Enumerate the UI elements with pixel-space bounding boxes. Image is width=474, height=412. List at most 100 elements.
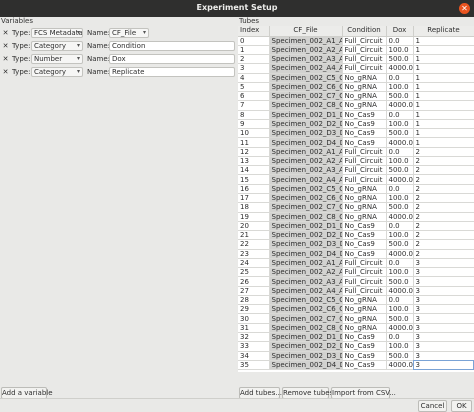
condition-cell[interactable]: Full_Circuit (342, 147, 387, 157)
variable-type-dropdown[interactable]: Category ▾ (31, 41, 83, 51)
cf-file-cell[interactable]: Specimen_002_D1_D01 (269, 110, 343, 120)
condition-cell[interactable]: Full_Circuit (342, 156, 387, 167)
cf-file-cell[interactable]: Specimen_002_D4_D04 (269, 137, 343, 148)
index-cell[interactable]: 30 (238, 313, 270, 324)
cf-file-cell[interactable]: Specimen_002_A2_A02 (269, 156, 343, 167)
table-row[interactable]: 26Specimen_002_A3_A03Full_Circuit500.03 (238, 276, 474, 287)
index-cell[interactable]: 21 (238, 230, 270, 241)
condition-cell[interactable]: Full_Circuit (342, 63, 387, 74)
index-cell[interactable]: 9 (238, 119, 270, 130)
table-row[interactable]: 20Specimen_002_D1_D01No_Cas90.02 (238, 221, 474, 232)
condition-cell[interactable]: No_gRNA (342, 73, 387, 83)
dox-cell[interactable]: 4000.0 (386, 174, 414, 185)
condition-cell[interactable]: No_Cas9 (342, 119, 387, 130)
index-cell[interactable]: 32 (238, 332, 270, 343)
dox-cell[interactable]: 500.0 (386, 54, 414, 65)
condition-cell[interactable]: No_gRNA (342, 313, 387, 324)
cf-file-cell[interactable]: Specimen_002_A2_A02 (269, 267, 343, 278)
dox-cell[interactable]: 500.0 (386, 91, 414, 102)
remove-variable-button[interactable]: ✕ (1, 55, 10, 64)
cf-file-cell[interactable]: Specimen_002_D4_D04 (269, 360, 343, 371)
condition-cell[interactable]: No_Cas9 (342, 221, 387, 232)
dox-cell[interactable]: 100.0 (386, 230, 414, 241)
cf-file-cell[interactable]: Specimen_002_D3_D03 (269, 351, 343, 361)
index-cell[interactable]: 1 (238, 45, 270, 56)
cf-file-cell[interactable]: Specimen_002_A1_A01 (269, 147, 343, 157)
table-row[interactable]: 5Specimen_002_C6_C06No_gRNA100.01 (238, 82, 474, 93)
replicate-cell[interactable]: 3 (413, 258, 474, 269)
table-row[interactable]: 24Specimen_002_A1_A01Full_Circuit0.03 (238, 258, 474, 269)
condition-cell[interactable]: No_Cas9 (342, 332, 387, 343)
table-row[interactable]: 35Specimen_002_D4_D04No_Cas94000.03 (238, 360, 474, 371)
index-cell[interactable]: 5 (238, 82, 270, 93)
index-cell[interactable]: 34 (238, 351, 270, 361)
cf-file-cell[interactable]: Specimen_002_A3_A03 (269, 276, 343, 287)
condition-cell[interactable]: Full_Circuit (342, 174, 387, 185)
variable-name-input[interactable]: Condition (109, 41, 235, 51)
index-cell[interactable]: 20 (238, 221, 270, 232)
cf-file-cell[interactable]: Specimen_002_C8_C08 (269, 212, 343, 222)
cf-file-cell[interactable]: Specimen_002_D4_D04 (269, 249, 343, 259)
variable-name-input[interactable]: Dox (109, 54, 235, 64)
dox-cell[interactable]: 100.0 (386, 341, 414, 352)
table-row[interactable]: 1Specimen_002_A2_A02Full_Circuit100.01 (238, 45, 474, 56)
cf-file-cell[interactable]: Specimen_002_C7_C07 (269, 313, 343, 324)
index-cell[interactable]: 22 (238, 239, 270, 250)
close-window-button[interactable]: ✕ (459, 3, 470, 14)
replicate-cell[interactable]: 1 (413, 128, 474, 139)
table-row[interactable]: 3Specimen_002_A4_A04Full_Circuit4000.01 (238, 63, 474, 74)
replicate-cell[interactable]: 3 (413, 267, 474, 278)
index-cell[interactable]: 25 (238, 267, 270, 278)
table-row[interactable]: 0Specimen_002_A1_A01Full_Circuit0.01 (238, 36, 474, 46)
replicate-cell[interactable]: 2 (413, 193, 474, 204)
table-row[interactable]: 28Specimen_002_C5_C05No_gRNA0.03 (238, 295, 474, 306)
table-row[interactable]: 22Specimen_002_D3_D03No_Cas9500.02 (238, 239, 474, 250)
replicate-cell[interactable]: 1 (413, 110, 474, 120)
condition-cell[interactable]: Full_Circuit (342, 36, 387, 46)
column-header-dox[interactable]: Dox (386, 26, 414, 37)
condition-cell[interactable]: No_Cas9 (342, 110, 387, 120)
cf-file-cell[interactable]: Specimen_002_D2_D02 (269, 119, 343, 130)
cf-file-cell[interactable]: Specimen_002_D3_D03 (269, 239, 343, 250)
condition-cell[interactable]: No_gRNA (342, 323, 387, 334)
table-row[interactable]: 17Specimen_002_C6_C06No_gRNA100.02 (238, 193, 474, 204)
dox-cell[interactable]: 500.0 (386, 313, 414, 324)
cf-file-cell[interactable]: Specimen_002_C5_C05 (269, 73, 343, 83)
remove-variable-button[interactable]: ✕ (1, 42, 10, 51)
condition-cell[interactable]: No_Cas9 (342, 249, 387, 259)
column-header-replicate[interactable]: Replicate (413, 26, 474, 37)
table-row[interactable]: 8Specimen_002_D1_D01No_Cas90.01 (238, 110, 474, 120)
index-cell[interactable]: 11 (238, 137, 270, 148)
table-row[interactable]: 33Specimen_002_D2_D02No_Cas9100.03 (238, 341, 474, 352)
cf-file-cell[interactable]: Specimen_002_A4_A04 (269, 286, 343, 296)
replicate-cell[interactable]: 3 (413, 332, 474, 343)
condition-cell[interactable]: No_Cas9 (342, 341, 387, 352)
index-cell[interactable]: 23 (238, 249, 270, 259)
replicate-cell[interactable]: 3 (413, 313, 474, 324)
cf-file-cell[interactable]: Specimen_002_A4_A04 (269, 63, 343, 74)
dox-cell[interactable]: 4000.0 (386, 249, 414, 259)
replicate-cell[interactable]: 1 (413, 100, 474, 111)
replicate-cell[interactable]: 3 (413, 351, 474, 361)
replicate-cell[interactable]: 2 (413, 165, 474, 176)
table-row[interactable]: 9Specimen_002_D2_D02No_Cas9100.01 (238, 119, 474, 130)
dox-cell[interactable]: 500.0 (386, 351, 414, 361)
table-row[interactable]: 25Specimen_002_A2_A02Full_Circuit100.03 (238, 267, 474, 278)
index-cell[interactable]: 2 (238, 54, 270, 65)
table-row[interactable]: 15Specimen_002_A4_A04Full_Circuit4000.02 (238, 174, 474, 185)
replicate-cell[interactable]: 1 (413, 54, 474, 65)
table-row[interactable]: 2Specimen_002_A3_A03Full_Circuit500.01 (238, 54, 474, 65)
cf-file-cell[interactable]: Specimen_002_D1_D01 (269, 221, 343, 232)
cf-file-cell[interactable]: Specimen_002_C5_C05 (269, 184, 343, 195)
condition-cell[interactable]: No_Cas9 (342, 239, 387, 250)
index-cell[interactable]: 7 (238, 100, 270, 111)
cf-file-cell[interactable]: Specimen_002_C6_C06 (269, 82, 343, 93)
condition-cell[interactable]: No_gRNA (342, 202, 387, 213)
index-cell[interactable]: 31 (238, 323, 270, 334)
dox-cell[interactable]: 4000.0 (386, 100, 414, 111)
index-cell[interactable]: 35 (238, 360, 270, 371)
dox-cell[interactable]: 0.0 (386, 73, 414, 83)
cf-file-cell[interactable]: Specimen_002_A1_A01 (269, 36, 343, 46)
cf-file-cell[interactable]: Specimen_002_D3_D03 (269, 128, 343, 139)
dox-cell[interactable]: 100.0 (386, 119, 414, 130)
